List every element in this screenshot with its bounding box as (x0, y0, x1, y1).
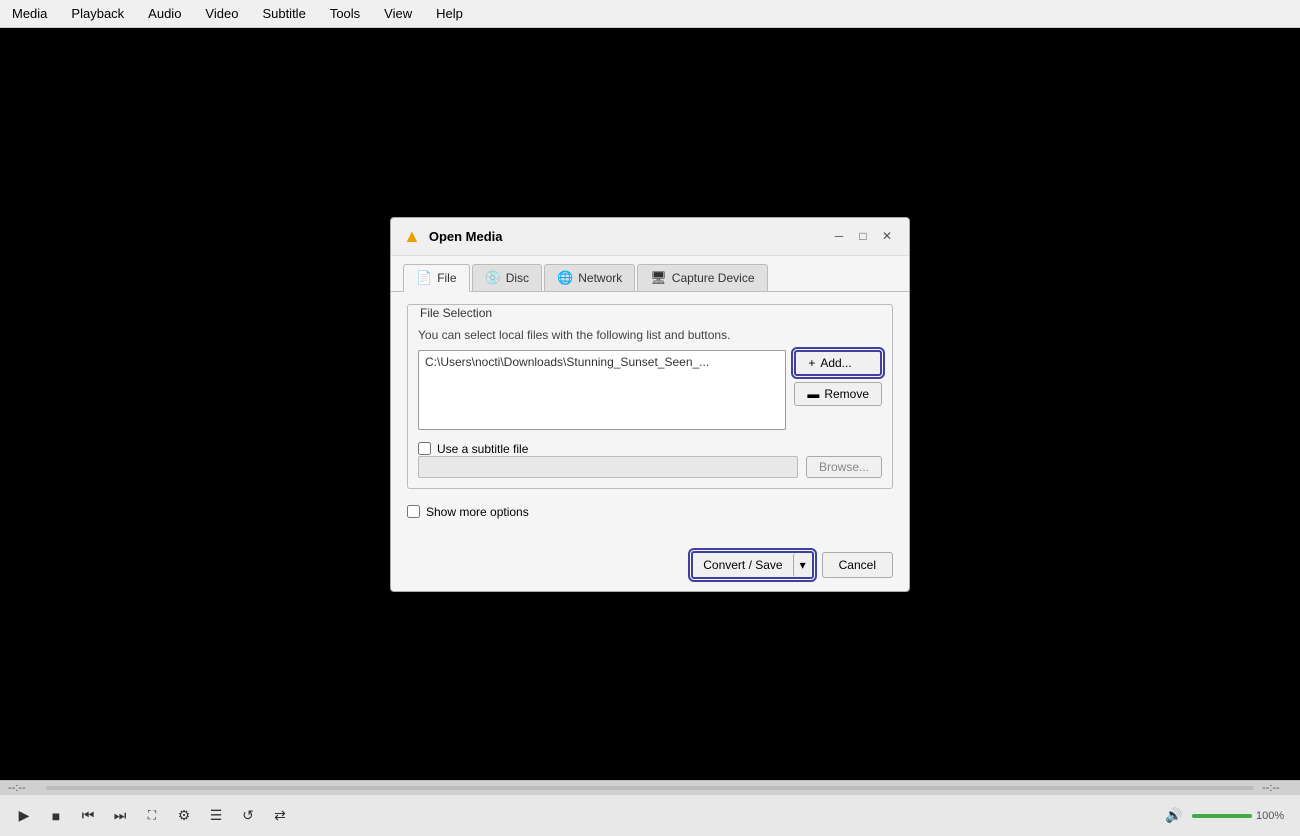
menu-view[interactable]: View (380, 4, 416, 23)
playlist-button[interactable]: ☰ (202, 802, 230, 830)
bottom-bar: --:-- --:-- ▶ ■ ⏮ ⏭ ⛶ ⚙ ☰ ↺ ⇄ 🔊 100% (0, 780, 1300, 836)
file-tab-icon: 📄 (416, 270, 432, 286)
volume-percentage: 100% (1256, 810, 1290, 822)
group-title: File Selection (416, 306, 496, 320)
subtitle-input[interactable] (418, 456, 798, 478)
volume-fill (1192, 814, 1252, 818)
show-more-label: Show more options (426, 505, 529, 519)
tab-capture-label: Capture Device (672, 271, 755, 285)
progress-track[interactable] (46, 786, 1254, 790)
convert-save-dropdown[interactable]: ▾ (793, 553, 812, 577)
file-buttons: + Add... ▬ Remove (794, 350, 882, 406)
play-button[interactable]: ▶ (10, 802, 38, 830)
menu-media[interactable]: Media (8, 4, 51, 23)
close-button[interactable]: ✕ (877, 226, 897, 246)
shuffle-button[interactable]: ⇄ (266, 802, 294, 830)
dialog-tabs: 📄 File 💿 Disc 🌐 Network 🖥 Capture Device (391, 256, 909, 291)
time-remaining: --:-- (1262, 782, 1292, 794)
show-more-row: Show more options (407, 501, 893, 531)
stop-button[interactable]: ■ (42, 802, 70, 830)
file-list-box[interactable]: C:\Users\nocti\Downloads\Stunning_Sunset… (418, 350, 786, 430)
convert-save-group: Convert / Save ▾ (691, 551, 813, 579)
network-tab-icon: 🌐 (557, 270, 573, 286)
add-button-label: Add... (820, 356, 851, 370)
add-button[interactable]: + Add... (794, 350, 882, 376)
open-media-dialog: ▲ Open Media ─ □ ✕ 📄 File 💿 Disc 🌐 Netwo… (390, 217, 910, 592)
dialog-title-bar: ▲ Open Media ─ □ ✕ (391, 218, 909, 256)
time-elapsed: --:-- (8, 782, 38, 794)
tab-capture[interactable]: 🖥 Capture Device (637, 264, 767, 291)
file-selection-description: You can select local files with the foll… (418, 328, 882, 342)
controls-area: ▶ ■ ⏮ ⏭ ⛶ ⚙ ☰ ↺ ⇄ 🔊 100% (0, 795, 1300, 836)
tab-file[interactable]: 📄 File (403, 264, 470, 292)
next-button[interactable]: ⏭ (106, 802, 134, 830)
menu-audio[interactable]: Audio (144, 4, 185, 23)
cancel-button[interactable]: Cancel (822, 552, 893, 578)
progress-bar-area: --:-- --:-- (0, 781, 1300, 795)
convert-save-button[interactable]: Convert / Save (693, 553, 792, 577)
vlc-icon: ▲ (403, 226, 421, 247)
capture-tab-icon: 🖥 (650, 270, 667, 286)
menu-help[interactable]: Help (432, 4, 467, 23)
dialog-title: Open Media (429, 229, 825, 244)
menu-video[interactable]: Video (201, 4, 242, 23)
menu-tools[interactable]: Tools (326, 4, 364, 23)
dialog-body: File Selection You can select local file… (391, 291, 909, 543)
menu-bar: Media Playback Audio Video Subtitle Tool… (0, 0, 1300, 28)
file-selection-group: File Selection You can select local file… (407, 304, 893, 489)
menu-playback[interactable]: Playback (67, 4, 128, 23)
volume-area: 🔊 100% (1160, 802, 1290, 830)
subtitle-checkbox-label: Use a subtitle file (437, 442, 528, 456)
remove-button-label: Remove (824, 387, 869, 401)
remove-icon: ▬ (807, 387, 819, 401)
prev-button[interactable]: ⏮ (74, 802, 102, 830)
tab-network[interactable]: 🌐 Network (544, 264, 635, 291)
dialog-footer: Convert / Save ▾ Cancel (391, 543, 909, 591)
volume-icon[interactable]: 🔊 (1160, 802, 1188, 830)
subtitle-checkbox[interactable] (418, 442, 431, 455)
file-input-row: C:\Users\nocti\Downloads\Stunning_Sunset… (418, 350, 882, 430)
file-list-item: C:\Users\nocti\Downloads\Stunning_Sunset… (425, 355, 779, 369)
show-more-checkbox[interactable] (407, 505, 420, 518)
disc-tab-icon: 💿 (485, 270, 501, 286)
tab-network-label: Network (578, 271, 622, 285)
group-content: You can select local files with the foll… (408, 320, 892, 442)
subtitle-checkbox-area: Use a subtitle file (418, 442, 882, 456)
menu-subtitle[interactable]: Subtitle (258, 4, 309, 23)
tab-disc[interactable]: 💿 Disc (472, 264, 543, 291)
dialog-overlay: ▲ Open Media ─ □ ✕ 📄 File 💿 Disc 🌐 Netwo… (0, 28, 1300, 780)
tab-disc-label: Disc (506, 271, 529, 285)
extended-button[interactable]: ⚙ (170, 802, 198, 830)
add-icon: + (808, 356, 815, 370)
volume-track[interactable] (1192, 814, 1252, 818)
minimize-button[interactable]: ─ (829, 226, 849, 246)
browse-button[interactable]: Browse... (806, 456, 882, 478)
fullscreen-button[interactable]: ⛶ (138, 802, 166, 830)
subtitle-input-row: Browse... (408, 456, 892, 488)
maximize-button[interactable]: □ (853, 226, 873, 246)
remove-button[interactable]: ▬ Remove (794, 382, 882, 406)
loop-button[interactable]: ↺ (234, 802, 262, 830)
tab-file-label: File (437, 271, 456, 285)
